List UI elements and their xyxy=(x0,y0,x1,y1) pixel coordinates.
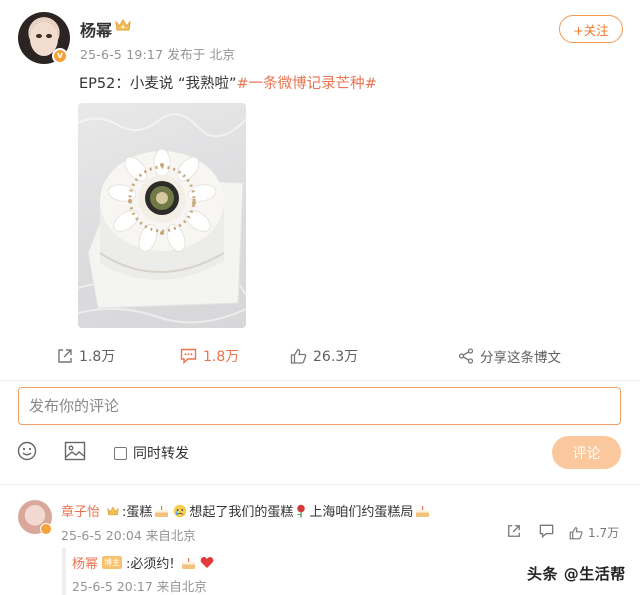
post-meta: 25-6-5 19:17 发布于 北京 xyxy=(80,47,236,62)
share-button[interactable]: 分享这条博文 xyxy=(458,346,561,366)
rose-emoji-icon xyxy=(297,504,306,517)
repost-count: 1.8万 xyxy=(79,349,116,365)
post-text-body: EP52：小麦说 “我熟啦” xyxy=(79,76,237,92)
comment-text-1: :蛋糕 xyxy=(122,505,153,520)
post-hashtag[interactable]: #一条微博记录芒种# xyxy=(237,76,377,92)
cake-illustration xyxy=(78,113,246,324)
cake-emoji-icon xyxy=(155,505,169,517)
author-badge: 博主 xyxy=(102,556,123,569)
verified-badge xyxy=(40,523,52,535)
repost-icon xyxy=(58,349,72,363)
like-count: 26.3万 xyxy=(313,349,359,365)
repost-toggle-label: 同时转发 xyxy=(133,446,189,462)
repost-checkbox[interactable] xyxy=(114,446,127,460)
post-image[interactable] xyxy=(78,103,246,328)
share-icon xyxy=(458,348,474,364)
crown-icon xyxy=(107,506,119,515)
watermark: 头条 @生活帮 xyxy=(527,565,626,583)
comment-icon xyxy=(180,348,197,364)
reply-content: 杨幂 博主 :必须约! xyxy=(72,553,216,572)
emoji-icon[interactable] xyxy=(17,441,37,461)
reply-indent-bar xyxy=(62,548,66,595)
crying-emoji-icon xyxy=(174,504,187,517)
commenter-name[interactable]: 章子怡 xyxy=(61,501,100,520)
author-name[interactable]: 杨幂 xyxy=(80,17,112,41)
divider xyxy=(0,484,640,485)
repost-toggle[interactable]: 同时转发 xyxy=(114,443,189,463)
share-label: 分享这条博文 xyxy=(480,350,561,366)
post-text: EP52：小麦说 “我熟啦”#一条微博记录芒种# xyxy=(79,72,377,93)
follow-button[interactable]: +关注 xyxy=(559,15,623,43)
comment-text-3: 上海咱们约蛋糕局 xyxy=(309,505,414,520)
verified-badge: v xyxy=(52,48,68,64)
like-icon xyxy=(290,348,307,364)
comment-repost-icon[interactable] xyxy=(507,524,521,538)
reply-author-name[interactable]: 杨幂 xyxy=(72,553,98,572)
crown-icon xyxy=(115,19,131,31)
comment-content: 章子怡 :蛋糕 想起了我们的蛋糕 上海咱们约蛋糕局 xyxy=(61,501,432,520)
repost-button[interactable]: 1.8万 xyxy=(57,346,115,366)
comment-like-button[interactable]: 1.7万 xyxy=(569,524,619,541)
comment-input-wrapper[interactable] xyxy=(18,387,621,425)
comment-input[interactable] xyxy=(29,397,610,415)
reply-meta: 25-6-5 20:17 来自北京 xyxy=(72,579,207,594)
divider xyxy=(0,380,640,381)
like-icon xyxy=(569,526,583,539)
cake-emoji-icon xyxy=(181,557,195,569)
comment-button[interactable]: 1.8万 xyxy=(180,346,239,366)
comment-text-2: 想起了我们的蛋糕 xyxy=(189,505,294,520)
comment-like-count: 1.7万 xyxy=(588,526,620,540)
submit-comment-button[interactable]: 评论 xyxy=(552,436,621,469)
like-button[interactable]: 26.3万 xyxy=(290,346,358,366)
reply-text: :必须约! xyxy=(126,557,175,572)
heart-emoji-icon xyxy=(200,557,213,568)
comment-count: 1.8万 xyxy=(203,349,240,365)
cake-emoji-icon xyxy=(416,505,430,517)
image-icon[interactable] xyxy=(64,441,86,461)
comment-meta: 25-6-5 20:04 来自北京 xyxy=(61,528,196,543)
comment-reply-icon[interactable] xyxy=(539,524,554,538)
